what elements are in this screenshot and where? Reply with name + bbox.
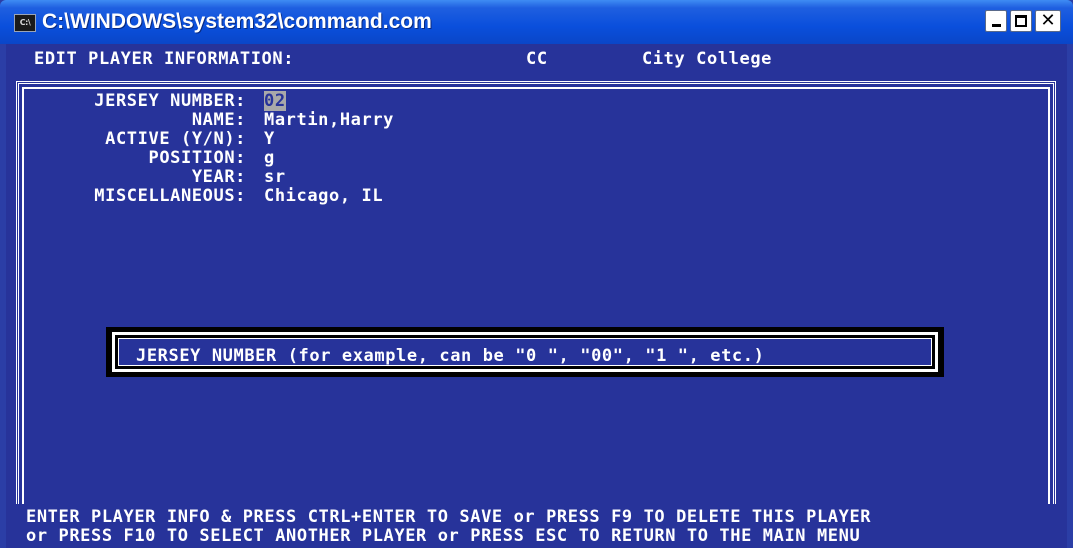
jersey-number-label: JERSEY NUMBER: [94,91,246,111]
minimize-button[interactable] [985,10,1007,32]
footer-line-2: or PRESS F10 TO SELECT ANOTHER PLAYER or… [26,526,861,546]
console-area[interactable]: EDIT PLAYER INFORMATION: CC City College… [6,44,1067,548]
team-code: CC [526,49,548,69]
name-label: NAME: [191,110,246,130]
name-field[interactable]: Martin,Harry [264,111,394,130]
title-bar[interactable]: C:\ C:\WINDOWS\system32\command.com ✕ [0,0,1073,44]
miscellaneous-label: MISCELLANEOUS: [94,186,246,206]
console-window: C:\ C:\WINDOWS\system32\command.com ✕ ED… [0,0,1073,548]
footer-line-1: ENTER PLAYER INFO & PRESS CTRL+ENTER TO … [26,507,872,527]
footer-bar: ENTER PLAYER INFO & PRESS CTRL+ENTER TO … [6,504,1067,548]
help-popup-text: JERSEY NUMBER (for example, can be "0 ",… [136,346,765,366]
active-field[interactable]: Y [264,130,275,149]
ms-dos-icon[interactable]: C:\ [14,14,36,32]
team-name: City College [642,49,773,69]
year-field[interactable]: sr [264,168,286,187]
window-title: C:\WINDOWS\system32\command.com [42,10,432,33]
position-label: POSITION: [148,148,246,168]
miscellaneous-field[interactable]: Chicago, IL [264,187,383,206]
jersey-number-field[interactable]: 02 [264,91,286,111]
active-label: ACTIVE (Y/N): [105,129,246,149]
position-field[interactable]: g [264,149,275,168]
jersey-number-value[interactable]: 02 [264,91,286,111]
minimize-icon [992,24,1001,27]
close-button[interactable]: ✕ [1035,10,1061,32]
maximize-icon [1015,15,1027,27]
year-label: YEAR: [191,167,246,187]
maximize-button[interactable] [1010,10,1032,32]
close-icon: ✕ [1040,10,1056,31]
screen-heading: EDIT PLAYER INFORMATION: [34,49,295,69]
